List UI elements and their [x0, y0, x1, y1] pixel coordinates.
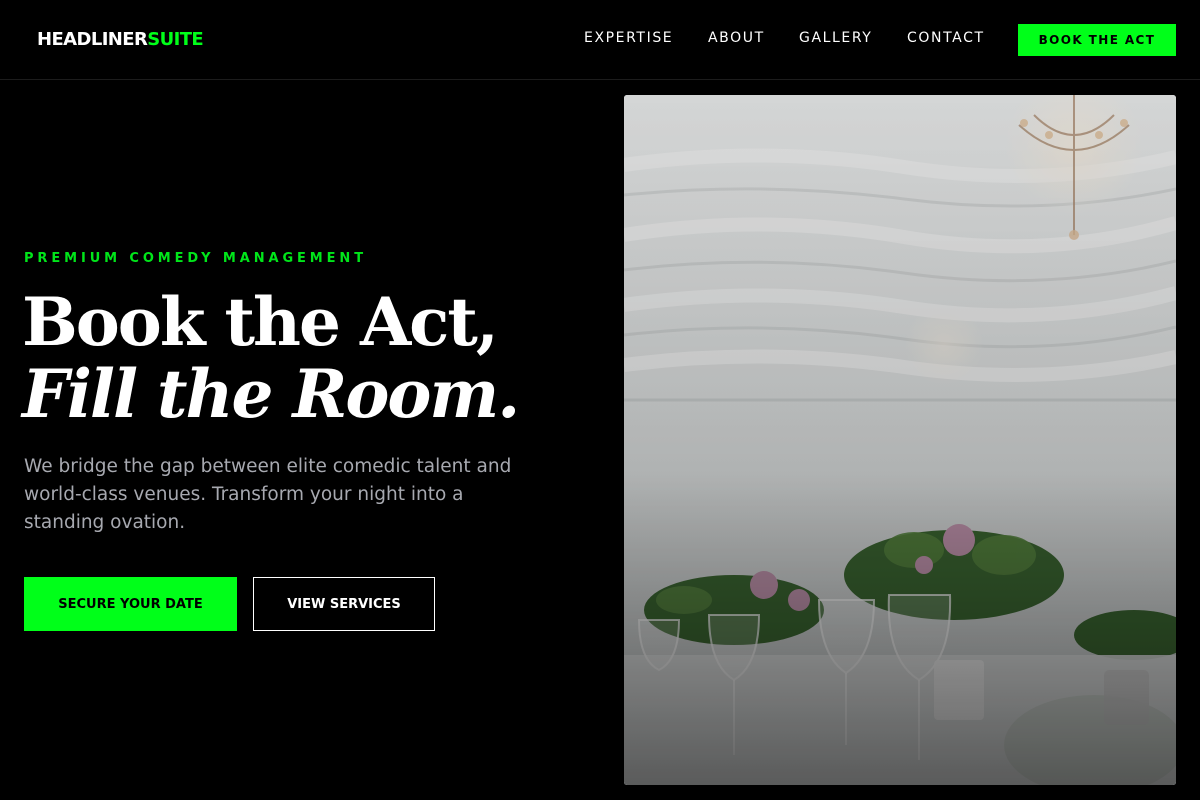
book-the-act-button[interactable]: BOOK THE ACT	[1018, 24, 1176, 56]
site-header: HEADLINERSUITE EXPERTISE ABOUT GALLERY C…	[0, 0, 1200, 80]
secure-your-date-button[interactable]: SECURE YOUR DATE	[24, 577, 237, 631]
view-services-button[interactable]: VIEW SERVICES	[253, 577, 435, 631]
hero-description: We bridge the gap between elite comedic …	[24, 456, 512, 533]
hero-title-line2: Fill the Room.	[22, 355, 520, 433]
hero-eyebrow: PREMIUM COMEDY MANAGEMENT	[24, 251, 367, 266]
hero-image	[624, 95, 1176, 785]
hero-title: Book the Act, Fill the Room.	[22, 286, 582, 430]
banquet-table-image	[624, 95, 1176, 785]
nav-link-about[interactable]: ABOUT	[708, 30, 765, 46]
nav-link-gallery[interactable]: GALLERY	[799, 30, 872, 46]
nav-link-contact[interactable]: CONTACT	[907, 30, 985, 46]
nav-link-expertise[interactable]: EXPERTISE	[584, 30, 673, 46]
main-nav: EXPERTISE ABOUT GALLERY CONTACT	[0, 30, 1000, 50]
hero-title-line1: Book the Act,	[22, 283, 499, 361]
